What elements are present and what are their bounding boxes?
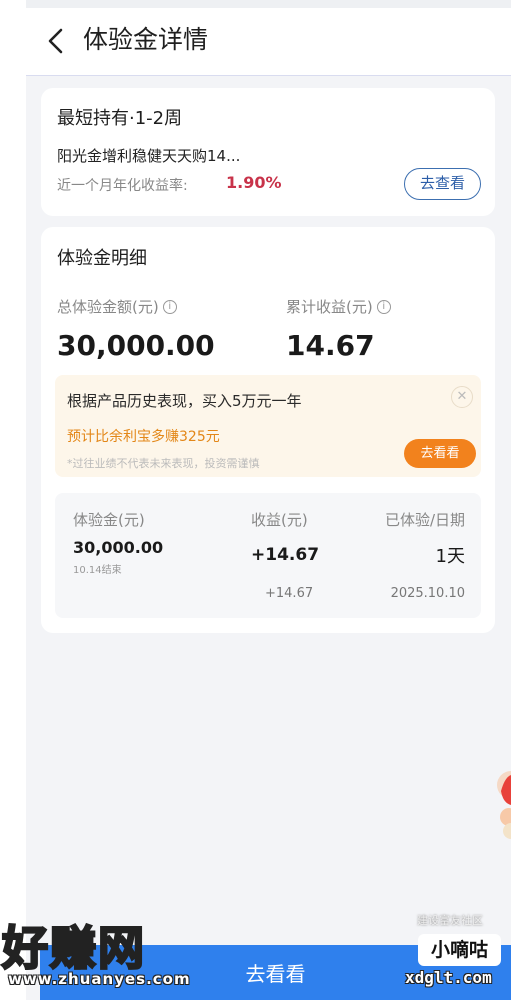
view-product-button[interactable]: 去查看 <box>404 168 481 200</box>
watermark-right: 建设富友社区 小嘀咕 xdglt.com <box>405 910 511 1000</box>
info-icon[interactable]: i <box>376 299 391 314</box>
product-card: 最短持有·1-2周 阳光金增利稳健天天购14... 近一个月年化收益率: 1.9… <box>41 88 495 216</box>
watermark-title: 好赚网 <box>1 920 146 977</box>
product-term: 最短持有·1-2周 <box>57 108 183 129</box>
rate-value: 1.90% <box>226 173 282 192</box>
total-amount-label-group: 总体验金额(元) i <box>57 296 177 317</box>
total-amount-value: 30,000.00 <box>57 329 215 362</box>
watermark-badge: 小嘀咕 <box>418 934 501 966</box>
details-card: 体验金明细 总体验金额(元) i 累计收益(元) i 30,000.00 14.… <box>41 227 495 633</box>
info-icon[interactable]: i <box>162 299 177 314</box>
watermark-url: www.zhuanyes.com <box>8 970 191 988</box>
back-arrow-icon[interactable] <box>42 26 72 56</box>
watermark-left: 好赚网 www.zhuanyes.com <box>0 912 200 1000</box>
watermark-caption: 建设富友社区 <box>417 914 483 927</box>
table-header-days-date: 已体验/日期 <box>384 511 465 529</box>
earnings-label-group: 累计收益(元) i <box>286 296 391 317</box>
page-title: 体验金详情 <box>83 25 209 54</box>
table-row-earnings: +14.67 <box>265 586 314 601</box>
page-header: 体验金详情 <box>26 8 511 76</box>
table-header-amount: 体验金(元) <box>73 511 145 529</box>
total-amount-label: 总体验金额(元) <box>57 298 159 316</box>
close-icon[interactable]: ✕ <box>451 386 473 408</box>
promo-text: 根据产品历史表现，买入5万元一年 <box>67 392 302 410</box>
product-name[interactable]: 阳光金增利稳健天天购14... <box>57 145 240 166</box>
watermark-domain: xdglt.com <box>405 968 492 987</box>
promo-banner: 根据产品历史表现，买入5万元一年 ✕ 预计比余利宝多赚325元 *过往业绩不代表… <box>55 375 481 477</box>
table-header-earnings: 收益(元) <box>251 511 308 529</box>
table-days: 1天 <box>435 546 465 567</box>
table-row-date: 2025.10.10 <box>390 586 465 601</box>
rate-label: 近一个月年化收益率: <box>57 178 188 194</box>
status-strip <box>26 0 511 8</box>
promo-disclaimer: *过往业绩不代表未来表现，投资需谨慎 <box>67 457 260 470</box>
earnings-label: 累计收益(元) <box>286 298 373 316</box>
table-amount: 30,000.00 <box>73 538 164 557</box>
table-end-note: 10.14结束 <box>73 565 122 576</box>
promo-gain: 预计比余利宝多赚325元 <box>67 429 220 445</box>
detail-table: 体验金(元) 收益(元) 已体验/日期 30,000.00 10.14结束 +1… <box>55 493 481 618</box>
earnings-value: 14.67 <box>286 329 375 362</box>
table-earnings: +14.67 <box>251 545 320 565</box>
promo-view-button[interactable]: 去看看 <box>404 439 476 468</box>
details-title: 体验金明细 <box>57 248 147 269</box>
floating-gift-icon[interactable] <box>495 755 511 841</box>
